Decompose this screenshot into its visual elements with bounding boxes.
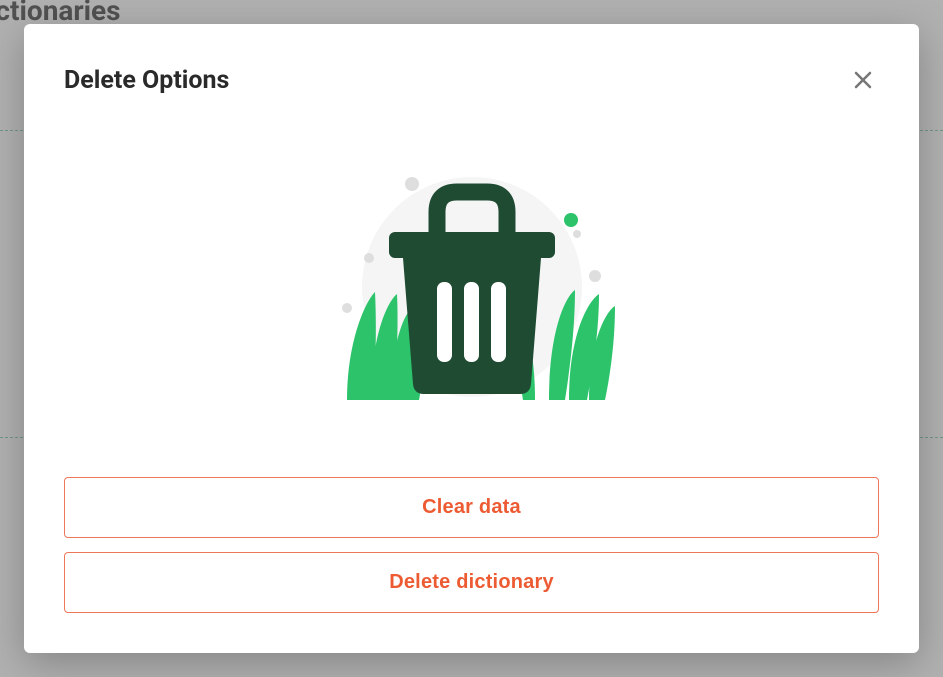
- delete-dictionary-button[interactable]: Delete dictionary: [64, 552, 879, 613]
- trash-illustration-icon: [317, 162, 627, 412]
- close-icon: [851, 68, 875, 92]
- button-stack: Clear data Delete dictionary: [64, 477, 879, 613]
- close-button[interactable]: [847, 64, 879, 96]
- modal-title: Delete Options: [64, 66, 229, 95]
- illustration: [64, 96, 879, 467]
- modal-header: Delete Options: [64, 64, 879, 96]
- clear-data-button[interactable]: Clear data: [64, 477, 879, 538]
- delete-options-modal: Delete Options: [24, 24, 919, 653]
